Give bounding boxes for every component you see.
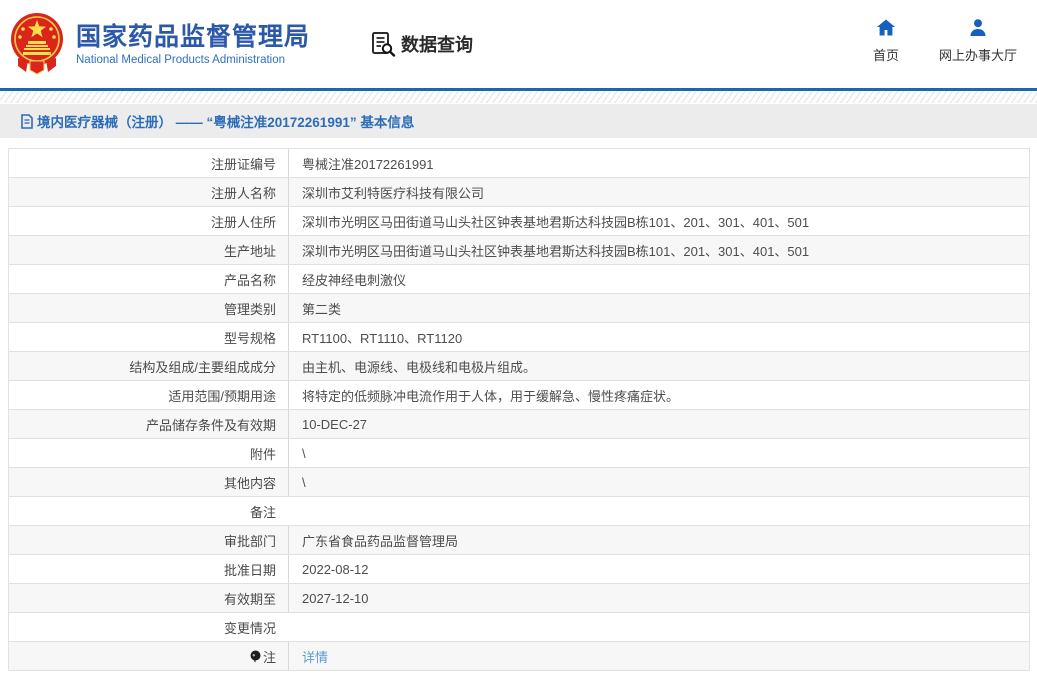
row-label: 备注: [249, 504, 276, 520]
row-label: 其他内容: [9, 468, 289, 496]
site-title-cn: 国家药品监督管理局: [76, 23, 311, 51]
row-value: 广东省食品药品监督管理局: [302, 533, 459, 549]
breadcrumb: 境内医疗器械（注册） —— “粤械注准20172261991” 基本信息: [37, 115, 415, 130]
table-row: 适用范围/预期用途 将特定的低频脉冲电流作用于人体，用于缓解急、慢性疼痛症状。: [9, 381, 1029, 410]
row-label-text: 注: [262, 649, 276, 665]
header-nav: 首页 网上办事大厅: [873, 18, 1017, 64]
table-row: 有效期至 2027-12-10: [9, 584, 1029, 613]
row-label: 适用范围/预期用途: [9, 381, 289, 409]
table-row: 审批部门 广东省食品药品监督管理局: [9, 526, 1029, 555]
table-row: 注册人名称 深圳市艾利特医疗科技有限公司: [9, 178, 1029, 207]
brand-block: 国家药品监督管理局 National Medical Products Admi…: [76, 22, 310, 66]
registration-info-table: 注册证编号 粤械注准20172261991 注册人名称 深圳市艾利特医疗科技有限…: [8, 148, 1030, 671]
bulb-icon: [250, 650, 261, 662]
nav-online-hall[interactable]: 网上办事大厅: [939, 18, 1017, 64]
row-value: 深圳市艾利特医疗科技有限公司: [302, 185, 485, 201]
row-label: 注: [9, 642, 289, 670]
row-value: 粤械注准20172261991: [302, 156, 434, 172]
table-row: 产品名称 经皮神经电刺激仪: [9, 265, 1029, 294]
site-title-en: National Medical Products Administration: [76, 54, 286, 66]
row-value: 经皮神经电刺激仪: [302, 272, 407, 288]
table-row: 结构及组成/主要组成成分 由主机、电源线、电极线和电极片组成。: [9, 352, 1029, 381]
details-link[interactable]: 详情: [302, 650, 328, 665]
table-row: 变更情况: [9, 613, 1029, 642]
document-icon: [21, 113, 33, 129]
row-value: 2027-12-10: [302, 590, 369, 606]
row-label: 变更情况: [223, 620, 276, 636]
row-label: 结构及组成/主要组成成分: [9, 352, 289, 380]
site-header: 国家药品监督管理局 National Medical Products Admi…: [0, 0, 1037, 88]
row-label: 管理类别: [9, 294, 289, 322]
table-row: 注册证编号 粤械注准20172261991: [9, 149, 1029, 178]
row-label: 审批部门: [9, 526, 289, 554]
row-label: 有效期至: [9, 584, 289, 612]
row-label: 注册人住所: [9, 207, 289, 235]
row-value: 第二类: [302, 301, 342, 317]
row-value: 深圳市光明区马田街道马山头社区钟表基地君斯达科技园B栋101、201、301、4…: [302, 214, 810, 230]
row-label: 生产地址: [9, 236, 289, 264]
row-value: 详情: [289, 647, 1029, 666]
table-row-note: 注 详情: [9, 642, 1029, 671]
row-label: 注册证编号: [9, 149, 289, 177]
nav-home[interactable]: 首页: [873, 18, 899, 64]
table-row: 生产地址 深圳市光明区马田街道马山头社区钟表基地君斯达科技园B栋101、201、…: [9, 236, 1029, 265]
row-value: 由主机、电源线、电极线和电极片组成。: [302, 359, 537, 375]
row-label: 附件: [9, 439, 289, 467]
data-query-icon: [372, 32, 396, 57]
row-label: 注册人名称: [9, 178, 289, 206]
row-value: \: [302, 474, 306, 490]
row-value: 10-DEC-27: [302, 416, 368, 432]
table-row: 备注: [9, 497, 1029, 526]
breadcrumb-bar: 境内医疗器械（注册） —— “粤械注准20172261991” 基本信息: [0, 104, 1037, 138]
table-row: 批准日期 2022-08-12: [9, 555, 1029, 584]
table-row: 注册人住所 深圳市光明区马田街道马山头社区钟表基地君斯达科技园B栋101、201…: [9, 207, 1029, 236]
data-query-label: 数据查询: [401, 35, 474, 55]
table-row: 型号规格 RT1100、RT1110、RT1120: [9, 323, 1029, 352]
row-value: \: [302, 445, 306, 461]
table-row: 产品储存条件及有效期 10-DEC-27: [9, 410, 1029, 439]
row-value: 2022-08-12: [302, 561, 369, 577]
row-value: RT1100、RT1110、RT1120: [302, 330, 463, 346]
table-row: 其他内容 \: [9, 468, 1029, 497]
home-icon: [876, 19, 895, 36]
nmpa-emblem-logo: [10, 12, 66, 76]
nav-online-hall-label: 网上办事大厅: [938, 48, 1017, 63]
table-row: 附件 \: [9, 439, 1029, 468]
row-value: 深圳市光明区马田街道马山头社区钟表基地君斯达科技园B栋101、201、301、4…: [302, 243, 810, 259]
row-label: 批准日期: [9, 555, 289, 583]
hatched-strip: [0, 91, 1037, 103]
nav-home-label: 首页: [872, 48, 899, 63]
row-value: 将特定的低频脉冲电流作用于人体，用于缓解急、慢性疼痛症状。: [302, 388, 680, 404]
table-row: 管理类别 第二类: [9, 294, 1029, 323]
row-label: 产品名称: [9, 265, 289, 293]
row-label: 产品储存条件及有效期: [9, 410, 289, 438]
data-query-section: 数据查询: [370, 31, 473, 57]
user-icon: [970, 19, 986, 36]
row-label: 型号规格: [9, 323, 289, 351]
